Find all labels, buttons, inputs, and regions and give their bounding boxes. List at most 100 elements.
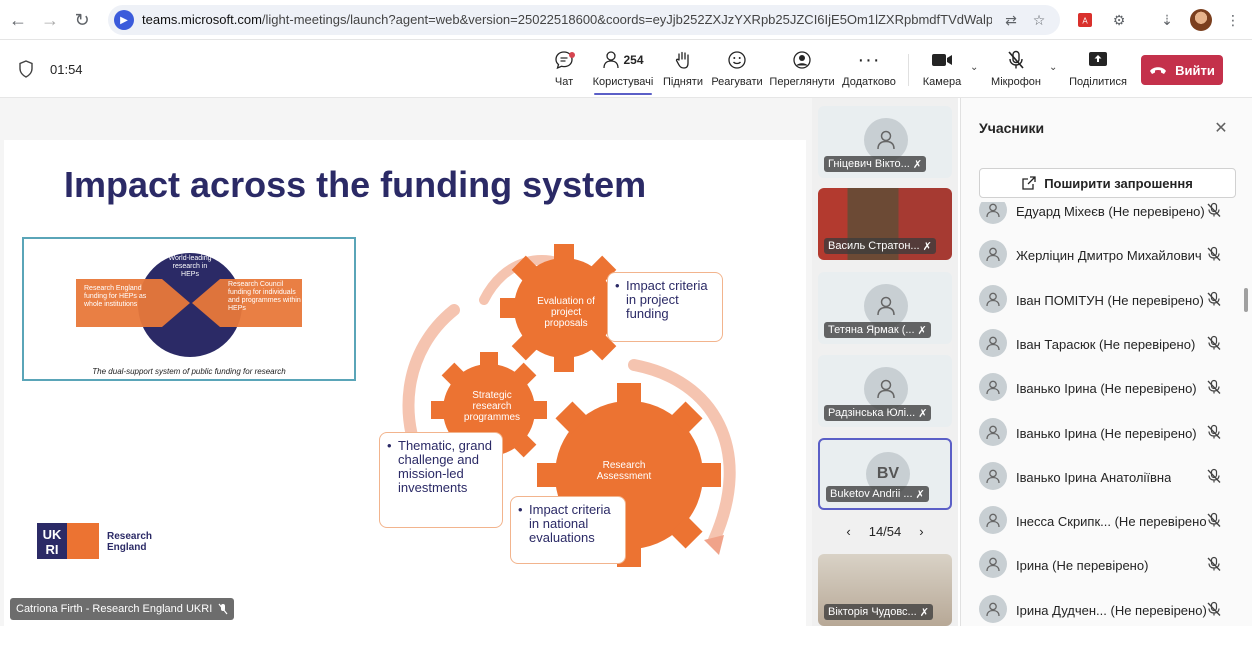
person-avatar-icon — [979, 506, 1007, 535]
reload-icon[interactable]: ↻ — [70, 8, 94, 32]
participant-name: Іванько Ірина (Не перевірено) — [1016, 381, 1197, 397]
mic-off-icon — [1206, 335, 1222, 351]
chevron-left-icon[interactable]: ‹ — [846, 524, 850, 539]
participant-tile-video[interactable]: Василь Стратон... ✗ — [818, 188, 952, 260]
mic-off-icon — [1206, 246, 1222, 262]
mic-off-icon: ✗ — [918, 407, 928, 420]
react-button[interactable]: Реагувати — [711, 48, 763, 92]
participant-row[interactable]: Жерліцин Дмитро Михайлович — [961, 234, 1241, 278]
people-icon: 254 — [602, 48, 644, 72]
emoji-icon — [727, 48, 747, 72]
microphone-button[interactable]: Мікрофон — [988, 48, 1044, 92]
profile-avatar[interactable] — [1190, 9, 1212, 31]
mic-options-chevron-icon[interactable]: ⌄ — [1049, 62, 1057, 73]
share-button[interactable]: Поділитися — [1068, 48, 1128, 92]
participant-name: Едуард Міхеєв (Не перевірено) — [1016, 204, 1205, 219]
participant-name: Інесса Скрипк... (Не перевірено) — [1016, 514, 1206, 530]
tile-name: Buketov Andrii ... ✗ — [826, 486, 929, 502]
more-button[interactable]: ··· Додатково — [840, 48, 898, 92]
extensions-puzzle-icon[interactable]: ⚙ — [1108, 9, 1130, 31]
person-avatar-icon — [979, 550, 1007, 579]
more-dots-icon: ··· — [857, 48, 881, 71]
gear-assessment-label: Research Assessment — [596, 460, 652, 482]
page-indicator: 14/54 — [868, 523, 902, 539]
participant-row[interactable]: Іванько Ірина (Не перевірено) — [961, 367, 1241, 411]
translate-icon[interactable]: ⇄ — [1002, 11, 1020, 29]
person-avatar-icon — [979, 240, 1007, 269]
hand-icon — [674, 48, 692, 72]
participant-tile-video[interactable]: Вікторія Чудовс... ✗ — [818, 554, 952, 626]
participant-row[interactable]: Ірина Дудчен... (Не перевірено) — [961, 589, 1241, 626]
menu-kebab-icon[interactable]: ⋮ — [1222, 9, 1244, 31]
back-icon[interactable]: ← — [6, 8, 30, 32]
participant-name: Іван Тарасюк (Не перевірено) — [1016, 336, 1196, 352]
camera-options-chevron-icon[interactable]: ⌄ — [970, 62, 978, 73]
participant-row[interactable]: Іван Тарасюк (Не перевірено) — [961, 323, 1241, 367]
download-icon[interactable]: ⇣ — [1156, 9, 1178, 31]
leave-button[interactable]: Вийти — [1141, 55, 1223, 85]
hang-up-icon — [1150, 67, 1167, 74]
participant-tile[interactable]: Гніцевич Вікто... ✗ — [818, 106, 952, 178]
pdf-extension-icon[interactable]: A — [1074, 9, 1096, 31]
dual-left-label: Research England funding for HEPs as who… — [84, 285, 147, 308]
participant-tile-selected[interactable]: BV Buketov Andrii ... ✗ — [818, 438, 952, 510]
active-tab-underline — [594, 93, 652, 95]
bookmark-star-icon[interactable]: ☆ — [1030, 11, 1048, 29]
dual-right-label: Research Council funding for individuals… — [228, 281, 301, 312]
toolbar-divider — [908, 54, 909, 86]
view-button[interactable]: Переглянути — [769, 48, 835, 92]
gear-strategic-label: Strategic research programmes — [463, 390, 521, 423]
participant-row[interactable]: Ірина (Не перевірено) — [961, 544, 1241, 588]
mic-off-icon — [218, 603, 228, 615]
participant-row[interactable]: Інесса Скрипк... (Не перевірено) — [961, 500, 1241, 544]
participant-tile[interactable]: Радзінська Юлі... ✗ — [818, 355, 952, 427]
panel-scrollbar[interactable] — [1244, 288, 1248, 312]
participant-row[interactable]: Іван ПОМІТУН (Не перевірено) — [961, 279, 1241, 323]
mic-off-icon — [1206, 424, 1222, 440]
address-bar[interactable]: ▶ teams.microsoft.com/light-meetings/lau… — [108, 5, 1060, 35]
person-avatar-icon — [979, 594, 1007, 623]
raise-hand-button[interactable]: Підняти — [662, 48, 704, 92]
participant-name: Ірина (Не перевірено) — [1016, 558, 1149, 574]
url-text[interactable]: teams.microsoft.com/light-meetings/launc… — [142, 12, 992, 27]
shared-slide: Impact across the funding system Researc… — [4, 140, 806, 650]
mic-off-icon: ✗ — [912, 158, 923, 171]
tile-name: Василь Стратон... ✗ — [824, 238, 936, 254]
ukri-logo: UK RI Research England — [37, 523, 152, 564]
video-tiles-column: Гніцевич Вікто... ✗ Василь Стратон... ✗ Те… — [812, 98, 958, 626]
teams-camera-icon: ▶ — [114, 10, 134, 30]
meeting-toolbar: 01:54 Чат 254 Користувачі Підняти Реагув… — [0, 40, 1252, 98]
participants-button[interactable]: 254 Користувачі — [592, 48, 654, 92]
person-avatar-icon — [979, 373, 1007, 402]
mic-off-icon — [1007, 48, 1025, 72]
forward-icon[interactable]: → — [38, 8, 62, 32]
svg-text:RI: RI — [46, 542, 59, 557]
mic-off-icon — [1206, 556, 1222, 572]
participant-row[interactable]: Іванько Ірина (Не перевірено) — [961, 412, 1241, 456]
share-icon — [1022, 176, 1036, 190]
camera-icon — [931, 48, 953, 72]
chat-button[interactable]: Чат — [548, 48, 580, 92]
person-avatar-icon — [979, 202, 1007, 224]
person-avatar-icon — [979, 284, 1007, 313]
mic-off-icon — [1206, 202, 1222, 218]
browser-toolbar: ← → ↻ ▶ teams.microsoft.com/light-meetin… — [0, 0, 1252, 40]
person-avatar-icon — [979, 461, 1007, 490]
mic-off-icon: ✗ — [922, 240, 932, 253]
participant-name: Іванько Ірина (Не перевірено) — [1016, 425, 1197, 441]
participant-row[interactable]: Едуард Міхеєв (Не перевірено) — [961, 202, 1241, 234]
share-invite-button[interactable]: Поширити запрошення — [979, 168, 1236, 198]
participant-name: Жерліцин Дмитро Михайлович — [1016, 248, 1202, 264]
chevron-right-icon[interactable]: › — [919, 524, 923, 539]
dual-center-label: World-leading research in HEPs — [168, 255, 212, 278]
participant-row[interactable]: Іванько Ірина Анатоліївна — [961, 456, 1241, 500]
tile-name: Гніцевич Вікто... ✗ — [824, 156, 927, 172]
meeting-timer: 01:54 — [50, 62, 83, 77]
dual-caption: The dual-support system of public fundin… — [92, 367, 286, 376]
camera-button[interactable]: Камера — [920, 48, 964, 92]
callout-thematic: • Thematic, grand challenge and mission-l… — [379, 432, 503, 528]
person-avatar-icon — [979, 328, 1007, 357]
mic-off-icon: ✗ — [915, 488, 925, 501]
close-icon[interactable]: ✕ — [1211, 118, 1231, 138]
participant-tile[interactable]: Тетяна Ярмак (... ✗ — [818, 272, 952, 344]
